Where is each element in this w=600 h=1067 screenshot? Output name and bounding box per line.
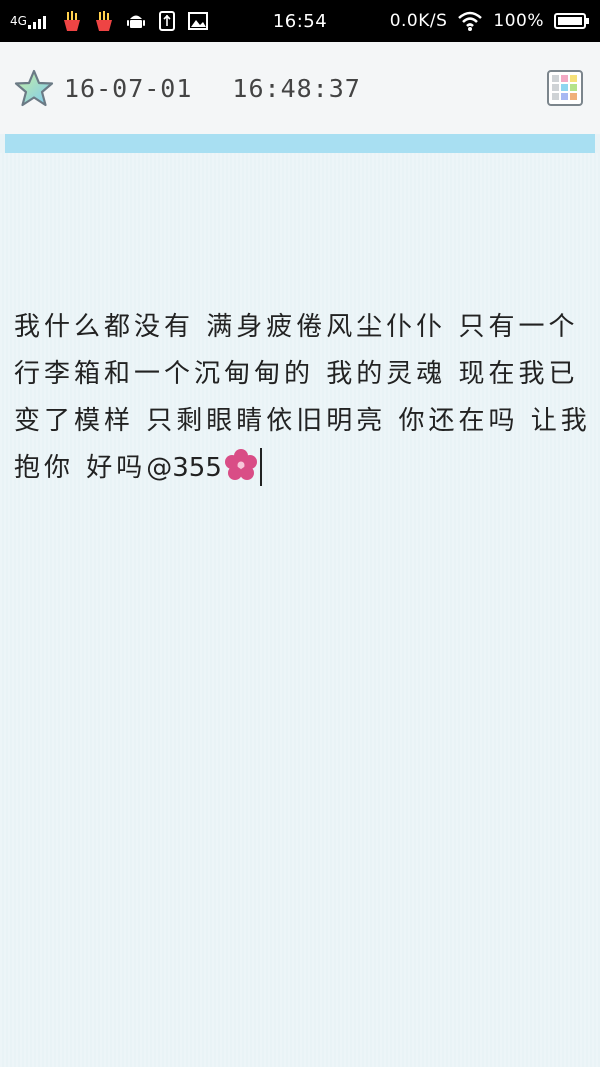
status-left: 4G <box>10 10 209 32</box>
accent-bar <box>5 134 595 153</box>
note-header: 16-07-01 16:48:37 <box>0 42 600 134</box>
color-palette-icon[interactable] <box>544 67 586 109</box>
fries-icon <box>93 10 115 32</box>
4g-signal-icon: 4G <box>10 12 51 30</box>
usb-icon <box>157 10 177 32</box>
android-icon <box>125 10 147 32</box>
star-icon[interactable] <box>14 68 54 108</box>
status-bar: 4G 16:54 0.0K/S 100% <box>0 0 600 42</box>
note-body-area[interactable] <box>0 153 600 1067</box>
gallery-icon <box>187 10 209 32</box>
wifi-icon <box>457 10 483 32</box>
note-body: 我什么都没有 满身疲倦风尘仆仆 只有一个行李箱和一个沉甸甸的 我的灵魂 现在我已… <box>14 312 591 483</box>
text-cursor <box>259 448 262 486</box>
note-date: 16-07-01 <box>64 73 193 103</box>
network-speed: 0.0K/S <box>389 11 448 31</box>
mention: @355 <box>146 453 222 483</box>
status-right: 0.0K/S 100% <box>390 10 590 32</box>
fries-icon <box>61 10 83 32</box>
network-type: 4G <box>10 14 27 28</box>
status-time: 16:54 <box>272 10 328 32</box>
header-left: 16-07-01 16:48:37 <box>14 68 361 108</box>
note-time: 16:48:37 <box>232 73 361 103</box>
battery-icon <box>554 12 590 30</box>
note-text[interactable]: 我什么都没有 满身疲倦风尘仆仆 只有一个行李箱和一个沉甸甸的 我的灵魂 现在我已… <box>14 304 596 498</box>
battery-percent: 100% <box>493 11 544 31</box>
cherry-blossom-icon <box>224 448 258 498</box>
